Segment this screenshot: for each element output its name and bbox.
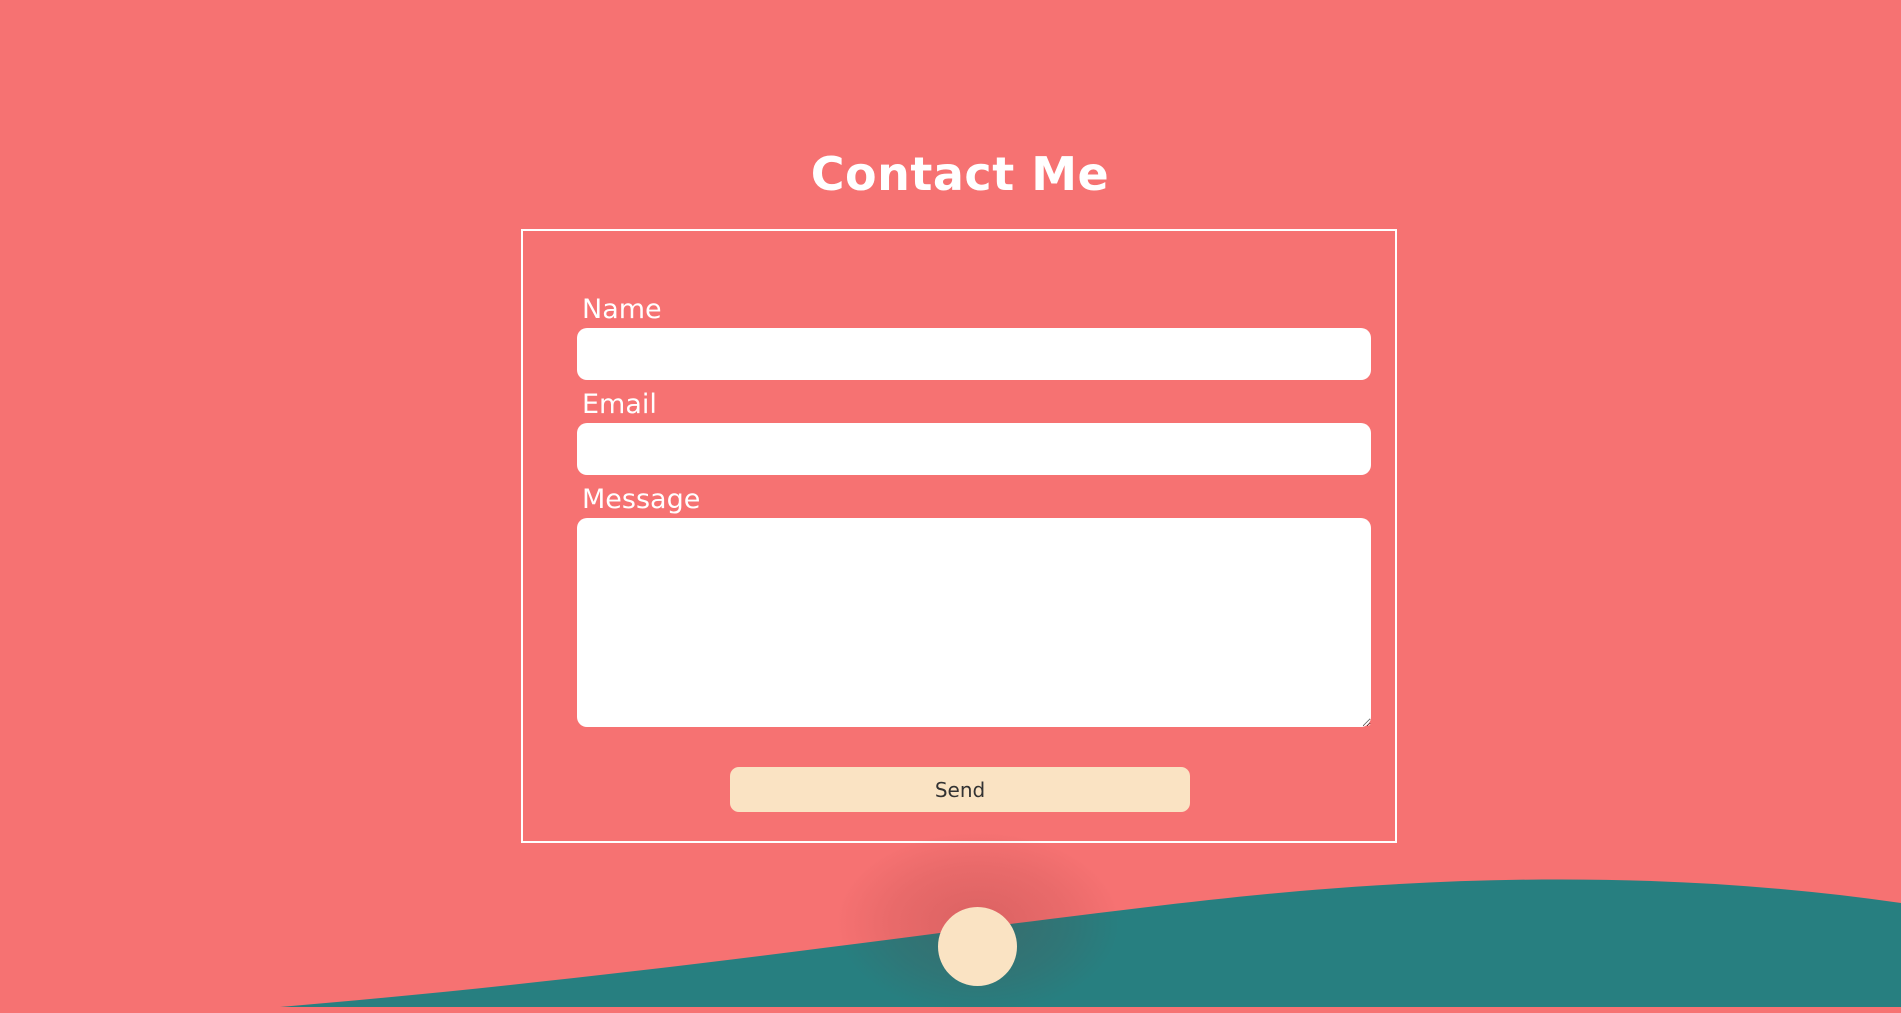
page-title: Contact Me (810, 147, 1110, 201)
message-label: Message (582, 484, 701, 515)
email-field[interactable] (577, 423, 1371, 475)
send-button[interactable]: Send (730, 767, 1190, 812)
name-label: Name (582, 294, 662, 325)
contact-form: Name Email Message Send (521, 229, 1397, 843)
message-field[interactable] (577, 518, 1371, 727)
theme-toggle-button[interactable] (938, 907, 1017, 986)
email-label: Email (582, 389, 657, 420)
name-field[interactable] (577, 328, 1371, 380)
